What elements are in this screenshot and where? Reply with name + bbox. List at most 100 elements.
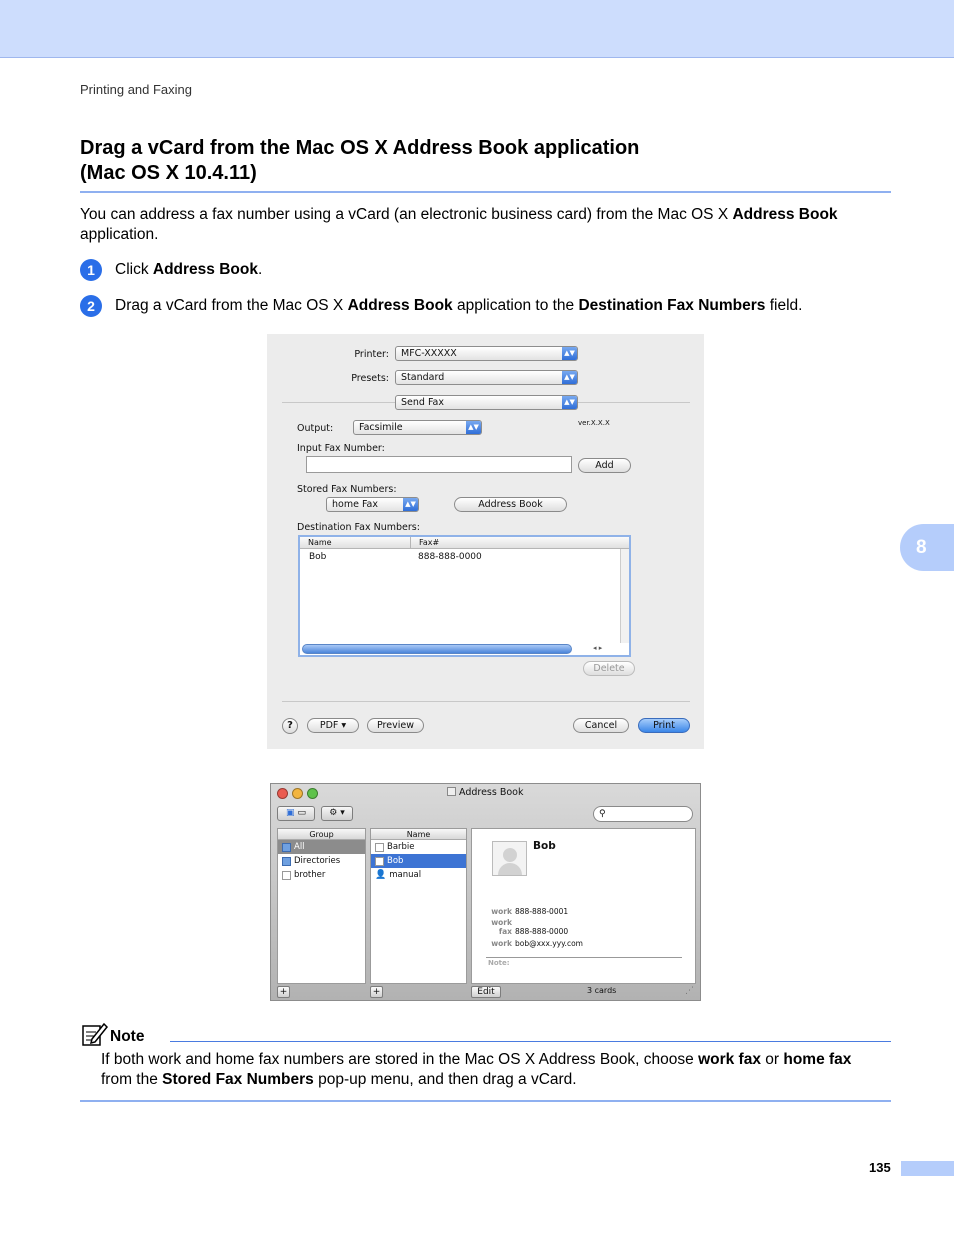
add-group-button[interactable]: + bbox=[277, 986, 290, 998]
group-column: Group All Directories brother bbox=[277, 828, 366, 984]
intro-text-end: application. bbox=[80, 226, 159, 243]
output-value: Facsimile bbox=[359, 422, 403, 433]
note-rule bbox=[80, 1100, 891, 1102]
column-header-name[interactable]: Name bbox=[300, 537, 410, 549]
preview-button[interactable]: Preview bbox=[367, 718, 424, 733]
group-column-header[interactable]: Group bbox=[278, 829, 365, 840]
pdf-button[interactable]: PDF ▾ bbox=[307, 718, 359, 733]
group-item[interactable]: All bbox=[278, 840, 365, 854]
edit-button[interactable]: Edit bbox=[471, 986, 501, 998]
table-row[interactable]: Bob 888-888-0000 bbox=[300, 551, 620, 564]
note-heading: Note bbox=[110, 1028, 145, 1045]
presets-label: Presets: bbox=[351, 373, 389, 384]
card-only-view-icon[interactable]: ▭ bbox=[297, 808, 306, 818]
note-label: Note: bbox=[488, 959, 510, 967]
intro-text: You can address a fax number using a vCa… bbox=[80, 206, 733, 223]
vcard-icon bbox=[375, 842, 384, 852]
step-number-icon: 1 bbox=[80, 259, 102, 281]
running-head: Printing and Faxing bbox=[80, 82, 193, 97]
section-title: Drag a vCard from the Mac OS X Address B… bbox=[80, 136, 891, 186]
popup-arrows-icon: ▲▼ bbox=[562, 347, 577, 360]
name-column-header[interactable]: Name bbox=[371, 829, 466, 840]
contact-photo[interactable] bbox=[492, 841, 527, 876]
page-number-bar bbox=[901, 1161, 954, 1176]
destination-fax-table[interactable]: Name Fax# Bob 888-888-0000 ◂ ▸ bbox=[298, 535, 631, 657]
input-fax-field[interactable] bbox=[306, 456, 572, 473]
row-name: Bob bbox=[309, 552, 327, 562]
pane-popup[interactable]: Send Fax ▲▼ bbox=[395, 395, 578, 410]
minimize-window-icon[interactable] bbox=[292, 788, 303, 799]
cancel-button[interactable]: Cancel bbox=[573, 718, 629, 733]
note-divider bbox=[486, 957, 682, 958]
note-text: If both work and home fax numbers are st… bbox=[101, 1051, 852, 1088]
add-button[interactable]: Add bbox=[578, 458, 631, 473]
zoom-window-icon[interactable] bbox=[307, 788, 318, 799]
column-header-fax[interactable]: Fax# bbox=[410, 537, 620, 549]
title-rule bbox=[80, 191, 891, 193]
delete-button[interactable]: Delete bbox=[583, 661, 635, 676]
print-dialog: Printer: MFC-XXXXX ▲▼ Presets: Standard ▲▼… bbox=[267, 334, 704, 749]
gear-icon: ⚙ ▾ bbox=[329, 808, 345, 818]
popup-arrows-icon: ▲▼ bbox=[562, 371, 577, 384]
column-header-spacer bbox=[620, 537, 629, 549]
name-column: Name Barbie Bob 👤 manual bbox=[370, 828, 467, 984]
search-icon: ⚲ bbox=[599, 809, 606, 819]
card-column-view-icon[interactable]: ▣ bbox=[286, 808, 295, 818]
vertical-scrollbar[interactable] bbox=[620, 549, 629, 643]
input-fax-label: Input Fax Number: bbox=[297, 443, 385, 454]
add-contact-button[interactable]: + bbox=[370, 986, 383, 998]
address-book-button[interactable]: Address Book bbox=[454, 497, 567, 512]
section-title-line2: (Mac OS X 10.4.11) bbox=[80, 162, 257, 184]
person-icon: 👤 bbox=[375, 870, 387, 880]
help-button[interactable]: ? bbox=[282, 718, 298, 734]
presets-value: Standard bbox=[401, 372, 445, 383]
scroll-arrows-icon[interactable]: ◂ ▸ bbox=[593, 644, 602, 652]
group-icon bbox=[282, 870, 291, 880]
step-1: 1 Click Address Book. bbox=[80, 259, 262, 281]
stored-fax-label: Stored Fax Numbers: bbox=[297, 484, 397, 495]
horizontal-scrollbar[interactable] bbox=[302, 644, 572, 654]
name-item[interactable]: Barbie bbox=[371, 840, 466, 854]
action-menu-button[interactable]: ⚙ ▾ bbox=[321, 806, 353, 821]
output-popup[interactable]: Facsimile ▲▼ bbox=[353, 420, 482, 435]
header-band bbox=[0, 0, 954, 58]
printer-popup[interactable]: MFC-XXXXX ▲▼ bbox=[395, 346, 578, 361]
step-number-icon: 2 bbox=[80, 295, 102, 317]
address-book-window: Address Book ▣ ▭ ⚙ ▾ ⚲ Group All Directo… bbox=[270, 783, 701, 1001]
version-text: ver.X.X.X bbox=[578, 419, 610, 427]
resize-grip-icon[interactable]: ⋰ bbox=[685, 986, 694, 996]
close-window-icon[interactable] bbox=[277, 788, 288, 799]
group-item[interactable]: brother bbox=[278, 868, 365, 882]
pane-value: Send Fax bbox=[401, 397, 444, 408]
note-rule bbox=[170, 1041, 891, 1042]
print-button[interactable]: Print bbox=[638, 718, 690, 733]
stored-fax-value: home Fax bbox=[332, 499, 378, 510]
row-fax: 888-888-0000 bbox=[418, 552, 482, 562]
search-field[interactable]: ⚲ bbox=[593, 806, 693, 822]
intro-paragraph: You can address a fax number using a vCa… bbox=[80, 205, 880, 245]
stored-fax-popup[interactable]: home Fax ▲▼ bbox=[326, 497, 419, 512]
view-toggle[interactable]: ▣ ▭ bbox=[277, 806, 315, 821]
group-item[interactable]: Directories bbox=[278, 854, 365, 868]
presets-popup[interactable]: Standard ▲▼ bbox=[395, 370, 578, 385]
note-pencil-icon bbox=[82, 1022, 108, 1046]
section-title-line1: Drag a vCard from the Mac OS X Address B… bbox=[80, 137, 640, 159]
contact-field: work bob@xxx.yyy.com bbox=[491, 939, 583, 948]
card-count: 3 cards bbox=[587, 986, 617, 995]
chapter-tab: 8 bbox=[900, 524, 954, 571]
step-text: Click Address Book. bbox=[115, 261, 263, 278]
popup-arrows-icon: ▲▼ bbox=[403, 498, 418, 511]
page-number: 135 bbox=[869, 1160, 891, 1175]
contact-field: work fax 888-888-0000 bbox=[491, 918, 569, 936]
name-item[interactable]: Bob bbox=[371, 854, 466, 868]
contact-name: Bob bbox=[533, 840, 556, 852]
contact-field: work 888-888-0001 bbox=[491, 907, 569, 916]
name-item[interactable]: 👤 manual bbox=[371, 868, 466, 882]
step-2: 2 Drag a vCard from the Mac OS X Address… bbox=[80, 295, 802, 317]
group-icon bbox=[282, 842, 291, 852]
card-panel: Bob work 888-888-0001 work fax 888-888-000… bbox=[471, 828, 696, 984]
printer-value: MFC-XXXXX bbox=[401, 348, 457, 359]
vcard-icon bbox=[375, 856, 384, 866]
window-title: Address Book bbox=[447, 787, 524, 798]
popup-arrows-icon: ▲▼ bbox=[466, 421, 481, 434]
